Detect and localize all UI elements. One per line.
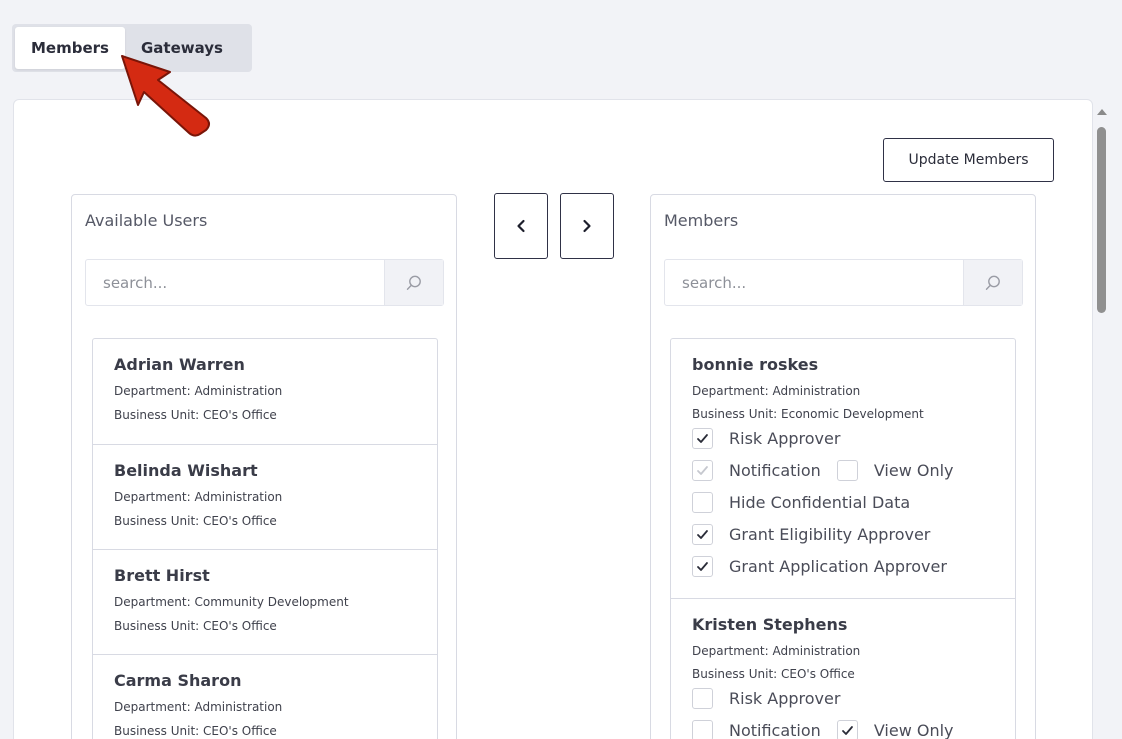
view-only-checkbox[interactable] (836, 459, 858, 481)
user-name: Carma Sharon (114, 671, 242, 690)
available-users-list: Adrian Warren Department: Administration… (92, 338, 438, 739)
grant-eligibility-checkbox[interactable] (692, 523, 713, 545)
check-icon (697, 529, 708, 539)
check-icon (697, 433, 708, 443)
panel-title: Members (664, 211, 739, 230)
user-business-unit: Business Unit: CEO's Office (114, 514, 277, 528)
grant-application-checkbox[interactable] (692, 555, 713, 577)
search-button[interactable] (963, 260, 1022, 305)
user-business-unit: Business Unit: Economic Development (692, 407, 924, 421)
user-name: Adrian Warren (114, 355, 245, 374)
update-members-button[interactable]: Update Members (883, 138, 1054, 182)
hide-confidential-option: Hide Confidential Data (692, 486, 995, 518)
view-only-checkbox[interactable] (836, 719, 858, 739)
search-icon (406, 275, 421, 290)
panel-title: Available Users (85, 211, 208, 230)
notification-checkbox[interactable] (692, 719, 713, 739)
list-item[interactable]: Belinda Wishart Department: Administrati… (93, 444, 437, 549)
available-search-input[interactable] (86, 260, 385, 305)
list-item[interactable]: Brett Hirst Department: Community Develo… (93, 549, 437, 654)
user-department: Department: Administration (114, 700, 283, 714)
view-only-label: View Only (873, 720, 954, 739)
notification-checkbox[interactable] (692, 459, 713, 481)
grant-eligibility-label: Grant Eligibility Approver (729, 524, 931, 544)
risk-approver-checkbox[interactable] (692, 427, 713, 449)
check-icon (697, 561, 708, 571)
user-business-unit: Business Unit: CEO's Office (114, 619, 277, 633)
members-list: bonnie roskes Department: Administration… (670, 338, 1016, 739)
move-left-button[interactable] (494, 193, 548, 259)
user-business-unit: Business Unit: CEO's Office (692, 667, 855, 681)
search-icon (985, 275, 1000, 290)
chevron-left-icon (517, 219, 525, 233)
list-item[interactable]: Adrian Warren Department: Administration… (93, 339, 437, 444)
notification-label: Notification (729, 720, 821, 739)
grant-application-label: Grant Application Approver (729, 556, 947, 576)
list-item[interactable]: Carma Sharon Department: Administration … (93, 654, 437, 739)
hide-confidential-label: Hide Confidential Data (729, 492, 911, 512)
risk-approver-label: Risk Approver (729, 688, 841, 708)
user-business-unit: Business Unit: CEO's Office (114, 724, 277, 738)
members-panel: Members bonnie roskes Department: Admini… (650, 194, 1036, 739)
risk-approver-label: Risk Approver (729, 428, 841, 448)
chevron-right-icon (583, 219, 591, 233)
notification-option: Notification View Only (692, 714, 995, 739)
tab-members[interactable]: Members (15, 27, 125, 69)
check-icon (841, 725, 853, 735)
user-business-unit: Business Unit: CEO's Office (114, 408, 277, 422)
red-arrow-icon (121, 55, 210, 137)
list-item[interactable]: bonnie roskes Department: Administration… (671, 339, 1015, 598)
user-department: Department: Administration (114, 490, 283, 504)
members-search-input[interactable] (665, 260, 964, 305)
check-icon (697, 465, 708, 475)
scroll-thumb[interactable] (1097, 127, 1106, 313)
risk-approver-option: Risk Approver (692, 682, 995, 714)
move-right-button[interactable] (560, 193, 614, 259)
user-name: bonnie roskes (692, 355, 819, 374)
scrollbar[interactable] (1093, 99, 1111, 739)
user-department: Department: Administration (114, 384, 283, 398)
user-department: Department: Administration (692, 644, 861, 658)
hide-confidential-checkbox[interactable] (692, 491, 713, 513)
user-department: Department: Community Development (114, 595, 349, 609)
user-name: Kristen Stephens (692, 615, 848, 634)
scroll-up-arrow-icon[interactable] (1097, 109, 1107, 115)
user-department: Department: Administration (692, 384, 861, 398)
user-name: Brett Hirst (114, 566, 210, 585)
available-search (85, 259, 444, 306)
risk-approver-option: Risk Approver (692, 422, 995, 454)
view-only-label: View Only (873, 460, 954, 480)
notification-label: Notification (729, 460, 821, 480)
user-name: Belinda Wishart (114, 461, 258, 480)
list-item[interactable]: Kristen Stephens Department: Administrat… (671, 598, 1015, 739)
available-users-panel: Available Users Adrian Warren Department… (71, 194, 457, 739)
search-button[interactable] (384, 260, 443, 305)
grant-application-option: Grant Application Approver (692, 550, 995, 582)
notification-option: Notification View Only (692, 454, 995, 486)
grant-eligibility-option: Grant Eligibility Approver (692, 518, 995, 550)
members-search (664, 259, 1023, 306)
risk-approver-checkbox[interactable] (692, 687, 713, 709)
